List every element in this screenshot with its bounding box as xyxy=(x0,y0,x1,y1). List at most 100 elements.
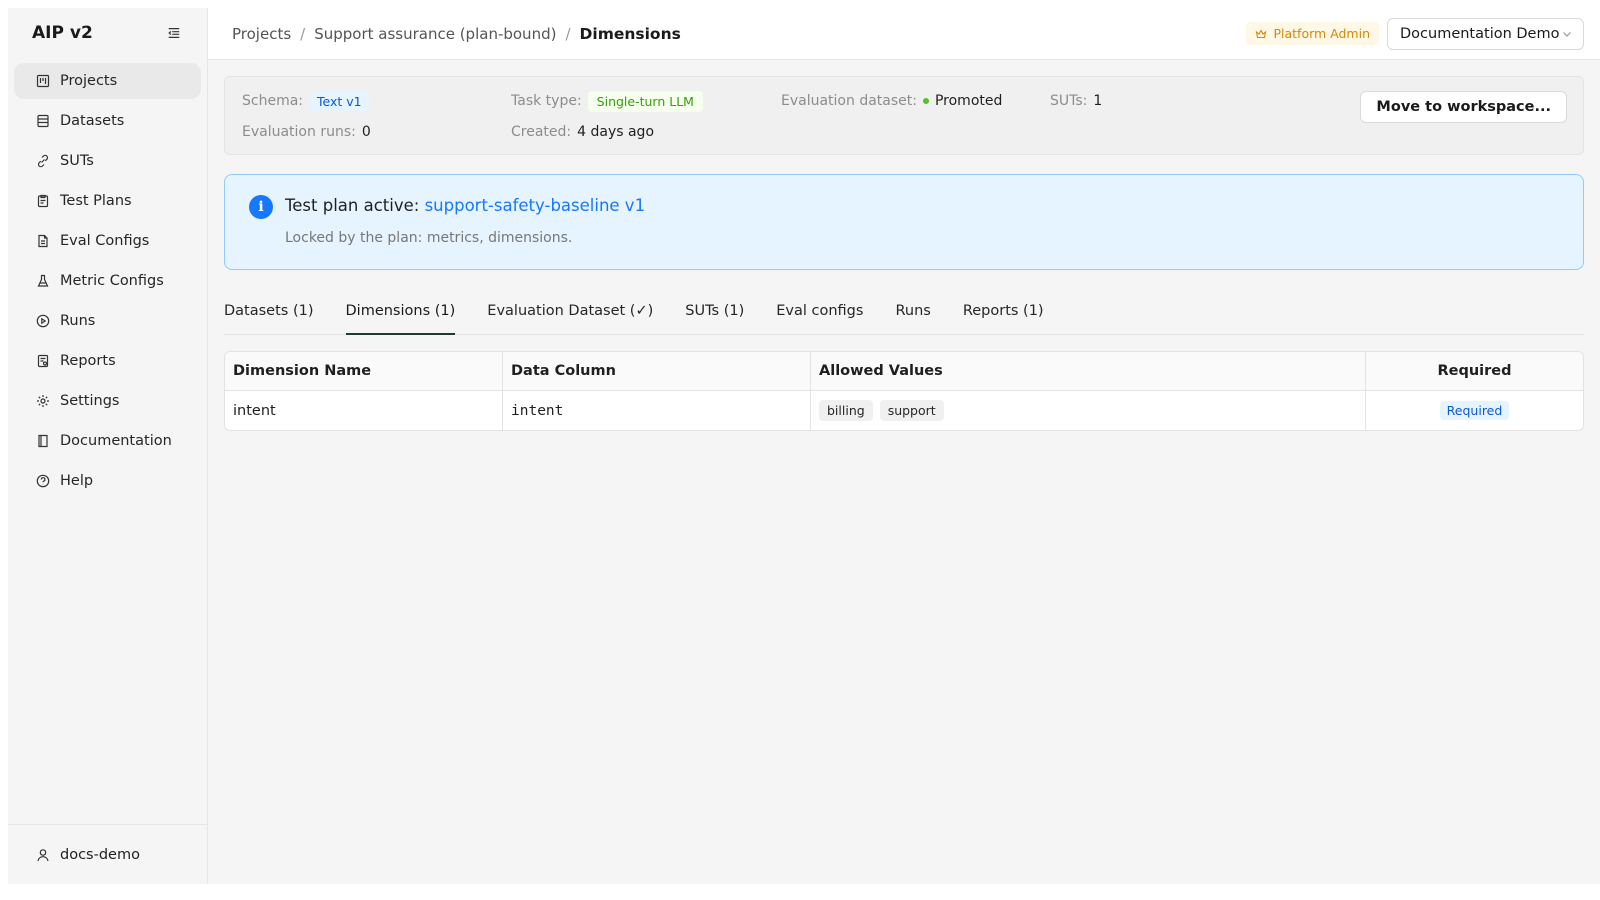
tab-reports[interactable]: Reports (1) xyxy=(963,293,1044,334)
database-icon xyxy=(36,114,50,128)
breadcrumb-separator: / xyxy=(300,24,306,43)
test-plan-alert: i Test plan active: support-safety-basel… xyxy=(224,174,1584,270)
user-name: docs-demo xyxy=(60,846,140,863)
platform-admin-badge: Platform Admin xyxy=(1246,22,1379,45)
project-tabs: Datasets (1) Dimensions (1) Evaluation D… xyxy=(224,294,1584,335)
table-row[interactable]: intent intent billing support Required xyxy=(225,391,1583,430)
info-icon: i xyxy=(249,195,273,219)
sidebar-item-label: Help xyxy=(60,473,94,489)
main-area: Projects / Support assurance (plan-bound… xyxy=(208,8,1600,884)
user-menu[interactable]: docs-demo xyxy=(8,824,207,884)
breadcrumb-projects[interactable]: Projects xyxy=(232,25,291,43)
task-type-label: Task type xyxy=(511,93,577,109)
created-label: Created xyxy=(511,124,567,140)
label-colon: : xyxy=(298,93,304,109)
file-icon xyxy=(36,234,50,248)
tab-dimensions[interactable]: Dimensions (1) xyxy=(345,293,455,335)
brand: AIP v2 xyxy=(8,8,207,58)
eval-dataset-label: Evaluation dataset xyxy=(781,93,913,109)
dimensions-table: Dimension Name Data Column Allowed Value… xyxy=(224,351,1584,431)
sidebar-item-reports[interactable]: Reports xyxy=(14,343,201,379)
sidebar-item-test-plans[interactable]: Test Plans xyxy=(14,183,201,219)
sidebar-item-label: Projects xyxy=(60,73,118,89)
label-colon: : xyxy=(566,124,572,140)
workspace-select[interactable]: Documentation Demo xyxy=(1387,17,1584,50)
column-header-dimension-name: Dimension Name xyxy=(225,352,503,390)
tab-datasets[interactable]: Datasets (1) xyxy=(224,293,314,334)
crown-icon xyxy=(1255,28,1267,40)
task-type-tag: Single-turn LLM xyxy=(587,90,703,112)
required-cell: Required xyxy=(1366,391,1583,430)
sidebar-item-label: Metric Configs xyxy=(60,273,164,289)
sidebar-item-label: Datasets xyxy=(60,113,125,129)
sidebar-item-help[interactable]: Help xyxy=(14,463,201,499)
sidebar-item-label: Reports xyxy=(60,353,116,369)
label-colon: : xyxy=(576,93,582,109)
schema-label: Schema xyxy=(242,93,299,109)
gear-icon xyxy=(36,394,50,408)
report-icon xyxy=(36,354,50,368)
test-plan-link[interactable]: support-safety-baseline v1 xyxy=(425,196,646,215)
table-header-row: Dimension Name Data Column Allowed Value… xyxy=(225,352,1583,391)
tab-evaluation-dataset[interactable]: Evaluation Dataset (✓) xyxy=(487,293,653,334)
sidebar-item-runs[interactable]: Runs xyxy=(14,303,201,339)
label-colon: : xyxy=(1082,93,1088,109)
suts-field: SUTs: 1 xyxy=(1050,89,1102,113)
collapse-sidebar-icon[interactable] xyxy=(165,24,183,42)
tab-suts[interactable]: SUTs (1) xyxy=(685,293,744,334)
sidebar-item-label: Runs xyxy=(60,313,96,329)
sidebar-item-suts[interactable]: SUTs xyxy=(14,143,201,179)
task-type-field: Task type: Single-turn LLM xyxy=(511,89,703,113)
book-icon xyxy=(36,434,50,448)
sidebar-item-label: SUTs xyxy=(60,153,94,169)
breadcrumb-separator: / xyxy=(565,24,571,43)
eval-runs-label: Evaluation runs xyxy=(242,124,352,140)
sidebar-item-settings[interactable]: Settings xyxy=(14,383,201,419)
help-icon xyxy=(36,474,50,488)
alert-title: Test plan active: support-safety-baselin… xyxy=(285,196,645,215)
schema-tag: Text v1 xyxy=(309,91,370,111)
eval-runs-value: 0 xyxy=(361,124,371,140)
sidebar-item-datasets[interactable]: Datasets xyxy=(14,103,201,139)
column-header-data-column: Data Column xyxy=(503,352,811,390)
breadcrumb: Projects / Support assurance (plan-bound… xyxy=(232,25,1246,43)
status-dot-icon xyxy=(922,98,929,104)
board-icon xyxy=(36,74,50,88)
eval-runs-field: Evaluation runs: 0 xyxy=(242,120,371,144)
suts-label: SUTs xyxy=(1050,93,1083,109)
created-value: 4 days ago xyxy=(577,124,655,140)
topbar: Projects / Support assurance (plan-bound… xyxy=(208,8,1600,60)
sidebar-item-documentation[interactable]: Documentation xyxy=(14,423,201,459)
page-title: Dimensions xyxy=(579,24,681,43)
workspace-select-value: Documentation Demo xyxy=(1400,25,1560,42)
sidebar-item-label: Eval Configs xyxy=(60,233,150,249)
allowed-values-cell: billing support xyxy=(811,391,1366,430)
eval-dataset-value: Promoted xyxy=(934,93,1003,109)
eval-dataset-field: Evaluation dataset: Promoted xyxy=(781,89,1002,113)
dimension-name-cell: intent xyxy=(225,391,503,430)
suts-value: 1 xyxy=(1093,93,1103,109)
column-header-required: Required xyxy=(1437,363,1512,379)
data-column-cell: intent xyxy=(503,391,811,430)
sidebar-item-eval-configs[interactable]: Eval Configs xyxy=(14,223,201,259)
sidebar-item-projects[interactable]: Projects xyxy=(14,63,201,99)
label-colon: : xyxy=(351,124,356,140)
breadcrumb-project[interactable]: Support assurance (plan-bound) xyxy=(314,25,556,43)
play-circle-icon xyxy=(36,314,50,328)
page-content: Schema: Text v1 Task type: Single-turn L… xyxy=(208,60,1600,431)
alert-description: Locked by the plan: metrics, dimensions. xyxy=(285,230,573,246)
column-header-allowed-values: Allowed Values xyxy=(811,352,1366,390)
admin-badge-label: Platform Admin xyxy=(1273,26,1370,41)
move-to-workspace-button[interactable]: Move to workspace... xyxy=(1360,91,1567,123)
app-title: AIP v2 xyxy=(32,23,93,43)
sidebar-item-label: Settings xyxy=(60,393,120,409)
sidebar-nav: Projects Datasets SUTs Test Plans Eval C… xyxy=(8,58,207,499)
schema-field: Schema: Text v1 xyxy=(242,89,370,113)
sidebar-item-metric-configs[interactable]: Metric Configs xyxy=(14,263,201,299)
label-colon: : xyxy=(912,93,917,109)
flask-icon xyxy=(36,274,50,288)
tab-runs[interactable]: Runs xyxy=(895,293,930,334)
tab-eval-configs[interactable]: Eval configs xyxy=(776,293,863,334)
allowed-value-tag: support xyxy=(879,400,944,421)
created-field: Created: 4 days ago xyxy=(511,120,654,144)
